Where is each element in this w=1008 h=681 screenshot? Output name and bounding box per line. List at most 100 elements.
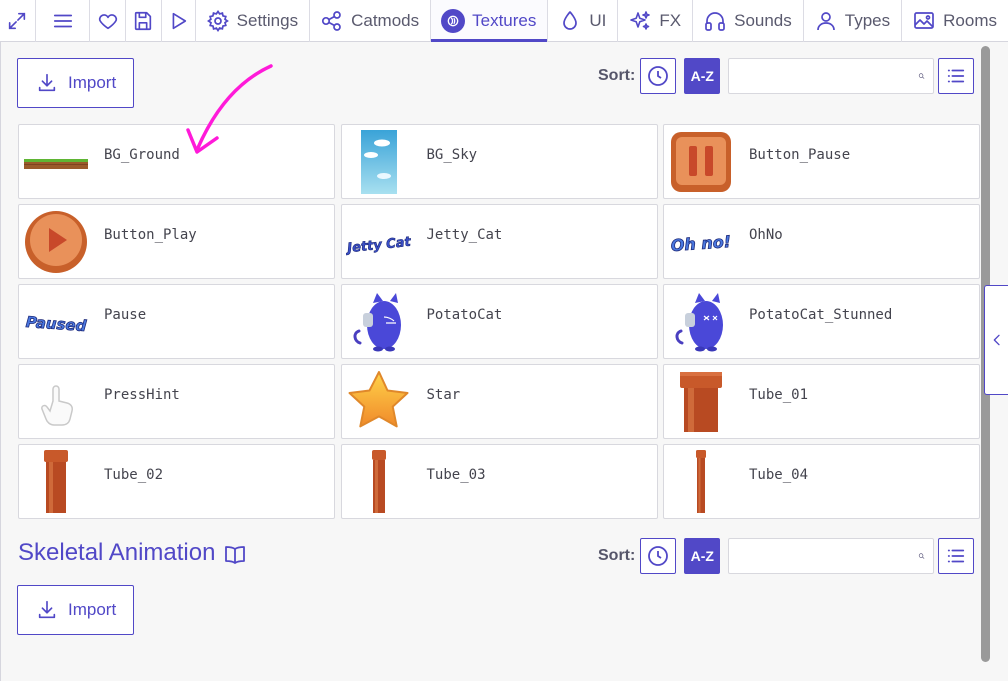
sort-label: Sort: — [598, 67, 636, 84]
tab-label: FX — [659, 11, 682, 30]
sparkles-icon — [630, 11, 651, 30]
tab-ui[interactable]: UI — [548, 0, 619, 42]
sort-az-button[interactable]: A-Z — [684, 538, 721, 574]
book-icon[interactable] — [223, 543, 247, 567]
texture-name: Jetty_Cat — [426, 227, 503, 243]
texture-grid: BG_Ground BG_Sky Button_Pause Button_Pla… — [18, 124, 980, 519]
tab-settings[interactable]: Settings — [196, 0, 311, 42]
list-icon — [948, 69, 965, 83]
play-button-thumbnail — [23, 209, 89, 275]
sky-strip-thumbnail — [346, 129, 412, 195]
paused-logo-thumbnail: Paused — [23, 289, 89, 355]
texture-name: BG_Ground — [104, 147, 180, 163]
tab-types[interactable]: Types — [804, 0, 903, 42]
list-icon — [948, 549, 965, 563]
import-label: Import — [68, 73, 117, 92]
texture-card[interactable]: Tube_03 — [340, 444, 658, 519]
image-icon — [914, 12, 934, 29]
main-toolbar: Settings Catmods Textures UI FX Sounds T… — [0, 0, 1008, 42]
texture-card[interactable]: Oh no! OhNo — [663, 204, 980, 279]
texture-card[interactable]: Tube_04 — [663, 444, 980, 519]
skeletal-animation-heading: Skeletal Animation — [18, 539, 247, 567]
search-input[interactable] — [729, 541, 919, 571]
texture-card[interactable]: Star — [340, 364, 658, 439]
texture-name: OhNo — [749, 227, 783, 243]
sort-by-date-button[interactable] — [640, 58, 677, 94]
nodes-icon — [322, 11, 341, 31]
texture-card[interactable]: Button_Play — [18, 204, 335, 279]
tab-label: Sounds — [734, 11, 792, 30]
sort-az-label: A-Z — [690, 548, 714, 564]
pipe-thinnest-thumbnail — [668, 449, 734, 515]
ground-strip-thumbnail — [23, 129, 89, 195]
texture-card[interactable]: PressHint — [18, 364, 335, 439]
texture-card[interactable]: Tube_01 — [663, 364, 980, 439]
clock-icon — [648, 66, 669, 86]
texture-icon — [441, 9, 466, 33]
texture-name: Star — [426, 387, 461, 403]
play-icon[interactable] — [162, 0, 196, 42]
import-skeletal-button[interactable]: Import — [17, 585, 134, 635]
texture-card[interactable]: Jetty Cat Jetty_Cat — [340, 204, 658, 279]
potato-cat-stunned-thumbnail — [668, 289, 734, 355]
pipe-thin-thumbnail — [23, 449, 89, 515]
panel-collapse-toggle[interactable] — [984, 285, 1008, 395]
list-view-button[interactable] — [938, 58, 975, 94]
texture-card[interactable]: PotatoCat — [340, 284, 658, 359]
menu-icon[interactable] — [36, 0, 91, 42]
texture-card[interactable]: Tube_02 — [18, 444, 335, 519]
tab-catmods[interactable]: Catmods — [310, 0, 432, 42]
texture-name: PotatoCat_Stunned — [749, 307, 893, 323]
texture-name: PotatoCat — [426, 307, 503, 323]
tab-rooms[interactable]: Rooms — [902, 0, 1008, 42]
texture-card[interactable]: Paused Pause — [18, 284, 335, 359]
chevron-left-icon — [993, 334, 1000, 346]
sort-by-date-button[interactable] — [640, 538, 677, 574]
clock-icon — [648, 546, 669, 566]
save-icon[interactable] — [126, 0, 162, 42]
star-thumbnail — [346, 369, 412, 435]
tab-label: Settings — [236, 11, 299, 30]
texture-card[interactable]: BG_Sky — [340, 124, 658, 199]
jetty-cat-logo-thumbnail: Jetty Cat — [346, 209, 412, 275]
textures-sortbar: Sort: A-Z — [598, 58, 975, 94]
svg-text:Jetty Cat: Jetty Cat — [346, 235, 412, 257]
textures-search-field[interactable] — [728, 58, 935, 94]
pipe-thin-thumbnail — [346, 449, 412, 515]
hand-pointer-thumbnail — [23, 369, 89, 435]
tab-fx[interactable]: FX — [618, 0, 694, 42]
texture-card[interactable]: PotatoCat_Stunned — [663, 284, 980, 359]
svg-text:Oh no!: Oh no! — [670, 232, 731, 255]
sort-az-button[interactable]: A-Z — [684, 58, 721, 94]
tab-label: Rooms — [943, 11, 997, 30]
tab-sounds[interactable]: Sounds — [693, 0, 804, 42]
textures-panel: Import Sort: A-Z BG_Ground BG_Sky Button… — [0, 42, 1008, 681]
texture-name: Tube_01 — [749, 387, 809, 403]
texture-name: BG_Sky — [426, 147, 478, 163]
maximize-icon[interactable] — [0, 0, 36, 42]
droplet-icon — [563, 11, 578, 30]
pipe-wide-thumbnail — [668, 369, 734, 435]
list-view-button[interactable] — [938, 538, 975, 574]
tab-textures[interactable]: Textures — [431, 0, 549, 42]
texture-name: Pause — [104, 307, 147, 323]
potato-cat-thumbnail — [346, 289, 412, 355]
download-icon — [38, 73, 56, 92]
texture-card[interactable]: Button_Pause — [663, 124, 980, 199]
skeletal-search-field[interactable] — [728, 538, 935, 574]
search-input[interactable] — [729, 61, 919, 91]
texture-name: Tube_02 — [104, 467, 164, 483]
section-title: Skeletal Animation — [18, 539, 216, 566]
texture-name: Button_Play — [104, 227, 197, 243]
tab-label: Types — [844, 11, 891, 30]
texture-card[interactable]: BG_Ground — [18, 124, 335, 199]
tab-label: Textures — [472, 11, 537, 30]
download-icon — [38, 600, 56, 619]
import-textures-button[interactable]: Import — [17, 58, 134, 108]
heart-icon[interactable] — [90, 0, 127, 42]
texture-name: Button_Pause — [749, 147, 851, 163]
sort-label: Sort: — [598, 547, 636, 564]
user-icon — [816, 12, 835, 31]
tab-label: Catmods — [351, 11, 420, 30]
sort-az-label: A-Z — [690, 68, 714, 84]
